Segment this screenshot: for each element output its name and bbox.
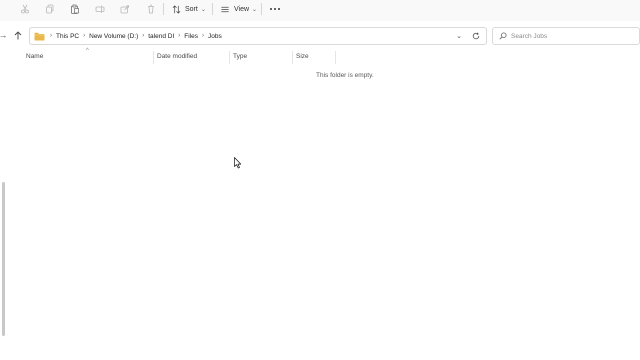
search-icon xyxy=(499,32,507,40)
column-header-type[interactable]: Type xyxy=(233,53,247,60)
delete-icon[interactable] xyxy=(144,2,158,16)
sort-ascending-icon: ^ xyxy=(86,48,89,54)
breadcrumb-talend-di[interactable]: talend DI xyxy=(148,33,174,40)
more-options-button[interactable] xyxy=(268,2,282,16)
toolbar-divider xyxy=(261,3,262,15)
view-button[interactable]: View ⌄ xyxy=(220,2,258,16)
breadcrumb-files[interactable]: Files xyxy=(184,33,198,40)
navigation-pane-scrollbar[interactable] xyxy=(2,182,5,336)
chevron-down-icon: ⌄ xyxy=(200,6,206,13)
refresh-icon[interactable] xyxy=(471,31,481,41)
mouse-cursor-icon xyxy=(234,156,242,174)
command-bar: Sort ⌄ View ⌄ xyxy=(0,0,640,21)
column-divider[interactable] xyxy=(229,51,230,64)
chevron-down-icon: ⌄ xyxy=(252,6,258,13)
navigation-bar: → › This PC › New Volume (D:) › talend D… xyxy=(0,24,640,48)
chevron-right-icon: › xyxy=(83,33,86,39)
view-label: View xyxy=(234,5,250,13)
chevron-right-icon: › xyxy=(142,33,145,39)
forward-icon[interactable]: → xyxy=(0,28,10,42)
toolbar-divider xyxy=(163,3,164,15)
chevron-right-icon: › xyxy=(50,33,52,39)
column-header-date-modified[interactable]: Date modified xyxy=(157,53,197,60)
cut-icon[interactable] xyxy=(18,2,32,16)
column-divider[interactable] xyxy=(292,51,293,64)
rename-icon[interactable] xyxy=(93,2,107,16)
copy-icon[interactable] xyxy=(43,2,57,16)
breadcrumb-jobs[interactable]: Jobs xyxy=(208,33,222,40)
column-header-name[interactable]: Name xyxy=(26,53,43,60)
search-input[interactable]: Search Jobs xyxy=(511,33,547,40)
folder-icon xyxy=(34,32,45,41)
sort-button[interactable]: Sort ⌄ xyxy=(172,2,208,16)
column-header-row: ^ Name Date modified Type Size xyxy=(0,48,640,66)
sort-icon xyxy=(172,4,181,14)
search-box[interactable]: Search Jobs xyxy=(492,27,640,45)
toolbar-divider xyxy=(212,3,213,15)
more-icon xyxy=(270,8,280,10)
up-icon[interactable] xyxy=(11,28,25,42)
paste-icon[interactable] xyxy=(68,2,82,16)
chevron-right-icon: › xyxy=(202,33,205,39)
empty-folder-message: This folder is empty. xyxy=(316,72,374,79)
column-header-size[interactable]: Size xyxy=(296,53,309,60)
sort-label: Sort xyxy=(185,5,198,13)
column-divider[interactable] xyxy=(153,51,154,64)
view-icon xyxy=(221,6,229,12)
chevron-right-icon: › xyxy=(178,33,181,39)
column-divider[interactable] xyxy=(335,51,336,64)
breadcrumb-new-volume[interactable]: New Volume (D:) xyxy=(89,33,138,40)
address-bar[interactable]: › This PC › New Volume (D:) › talend DI … xyxy=(29,27,487,45)
address-dropdown-icon[interactable]: ⌄ xyxy=(454,31,464,41)
breadcrumb-this-pc[interactable]: This PC xyxy=(56,33,79,40)
share-icon[interactable] xyxy=(118,2,132,16)
